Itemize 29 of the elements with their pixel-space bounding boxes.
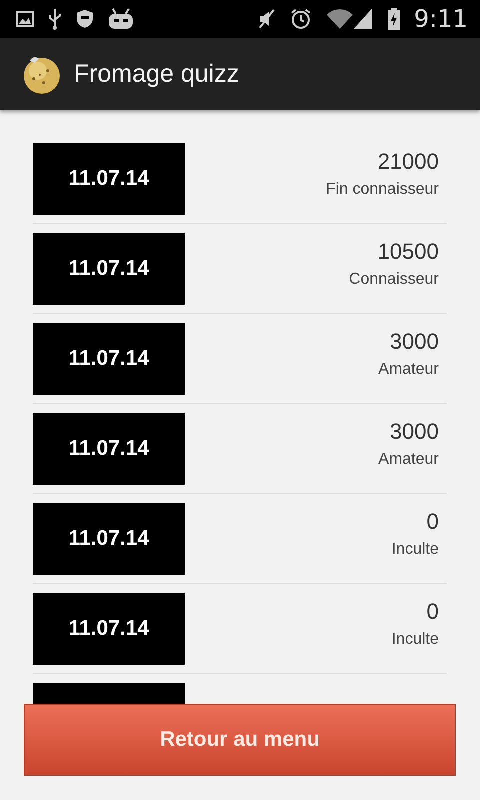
date-label: 11.07.14 xyxy=(33,143,185,215)
date-label: 11.07.14 xyxy=(33,233,185,305)
back-to-menu-button[interactable]: Retour au menu xyxy=(24,704,456,776)
alarm-icon xyxy=(290,8,312,30)
score-value: 21000 xyxy=(378,149,439,175)
date-label: 11.07.14 xyxy=(33,323,185,395)
battery-icon xyxy=(388,8,400,30)
rank-label: Inculte xyxy=(392,631,439,649)
rank-label: Inculte xyxy=(392,541,439,559)
score-value: 0 xyxy=(426,599,439,625)
rank-label: Connaisseur xyxy=(349,271,439,289)
score-value: 3000 xyxy=(390,329,439,355)
image-icon xyxy=(16,11,34,27)
rank-label: Amateur xyxy=(378,361,439,379)
rank-label: Fin connaisseur xyxy=(326,181,439,199)
date-label: 11.07.14 xyxy=(33,413,185,485)
usb-icon xyxy=(48,8,62,30)
robot-icon xyxy=(108,8,134,30)
app-title: Fromage quizz xyxy=(74,60,240,88)
signal-icon xyxy=(326,8,374,30)
date-label: 11.07.14 xyxy=(33,593,185,665)
shield-icon xyxy=(76,9,94,29)
date-label: 11.07.14 xyxy=(33,503,185,575)
status-time: 9:11 xyxy=(414,5,468,33)
mute-icon xyxy=(258,9,276,29)
score-value: 3000 xyxy=(390,419,439,445)
score-value: 0 xyxy=(426,509,439,535)
rank-label: Amateur xyxy=(378,451,439,469)
score-value: 10500 xyxy=(378,239,439,265)
